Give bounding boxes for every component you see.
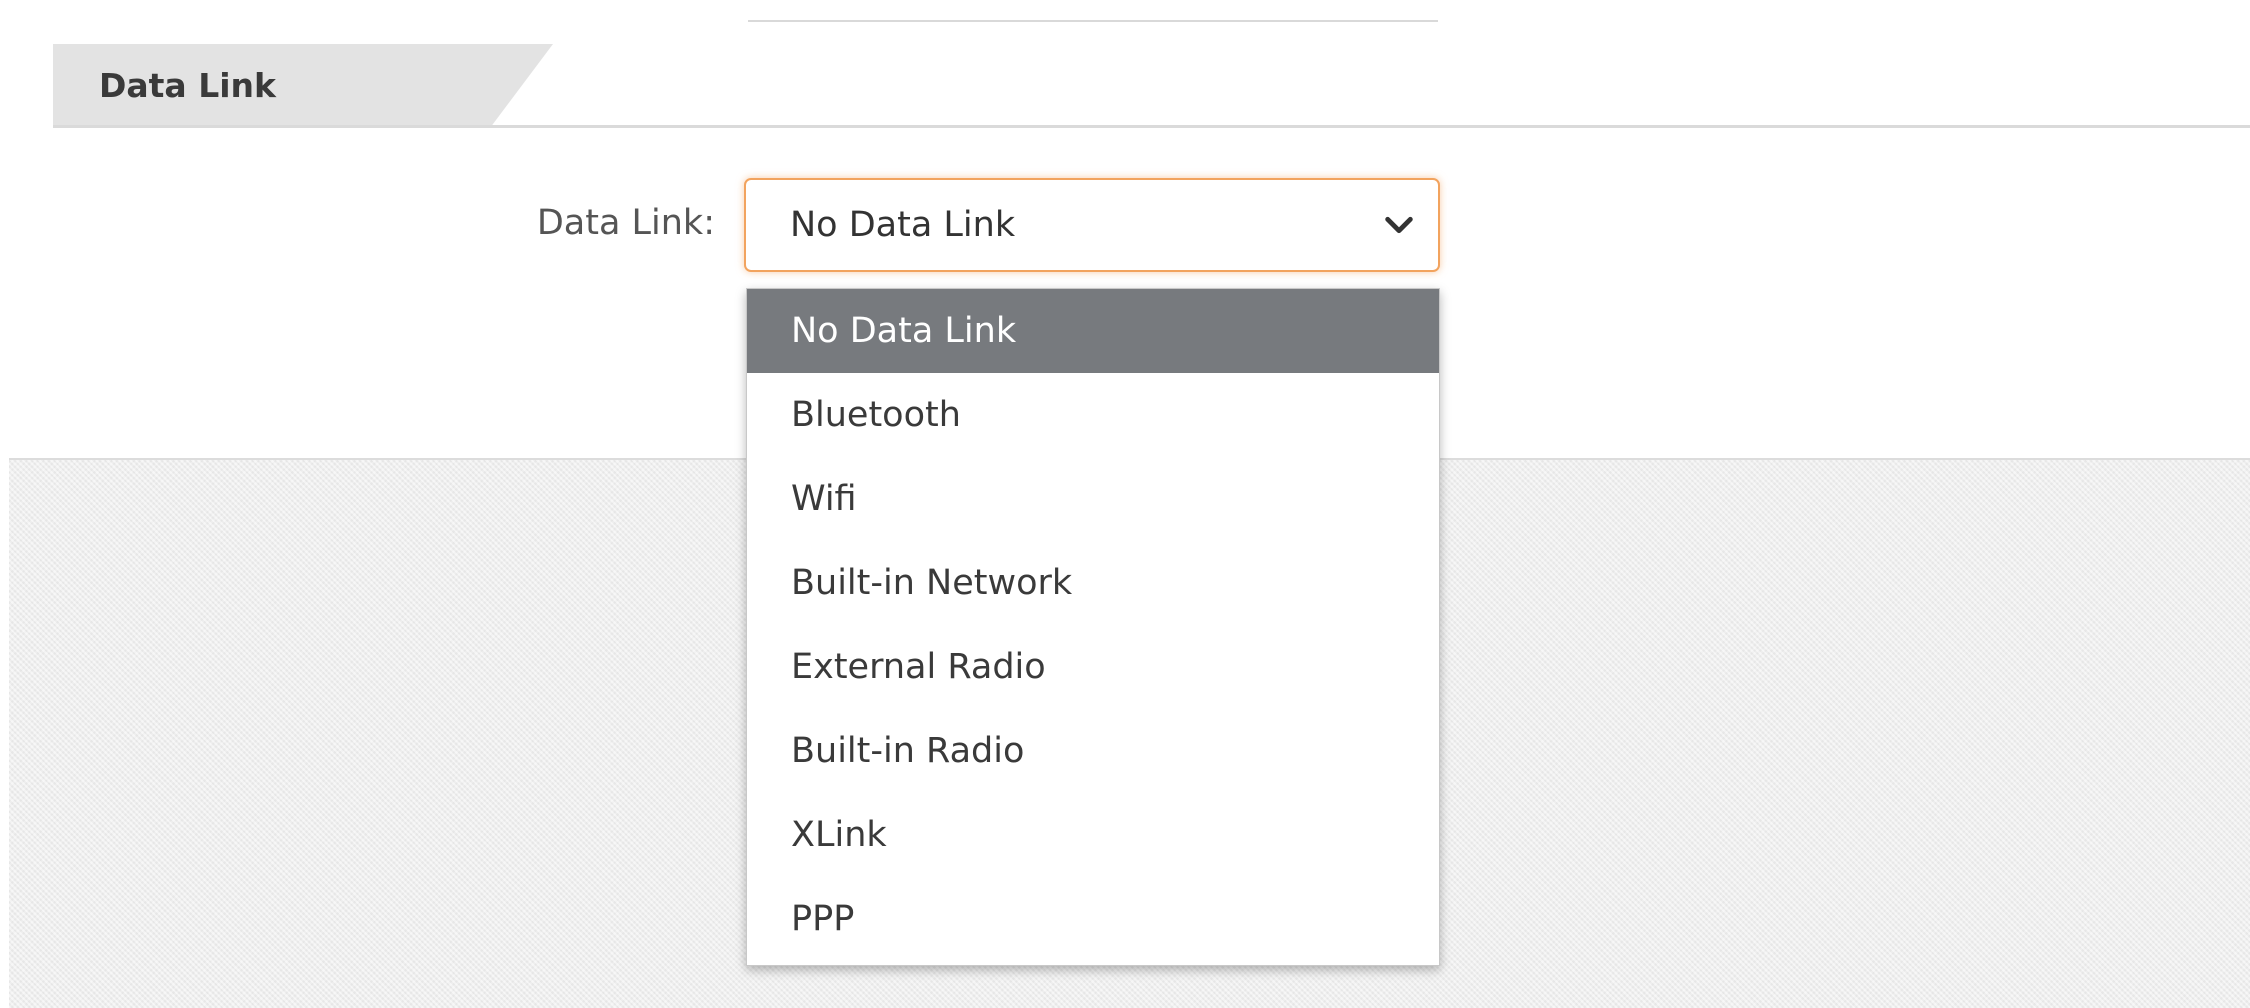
section-divider xyxy=(53,125,2250,128)
dropdown-option-wifi[interactable]: Wifi xyxy=(747,457,1439,541)
dropdown-option-external-radio[interactable]: External Radio xyxy=(747,625,1439,709)
settings-page: Data Link Data Link: No Data Link No Dat… xyxy=(0,0,2250,1008)
dropdown-option-built-in-network[interactable]: Built-in Network xyxy=(747,541,1439,625)
data-link-dropdown-list: No Data Link Bluetooth Wifi Built-in Net… xyxy=(746,288,1440,966)
dropdown-option-xlink[interactable]: XLink xyxy=(747,793,1439,877)
data-link-select[interactable]: No Data Link xyxy=(744,178,1440,272)
dropdown-option-no-data-link[interactable]: No Data Link xyxy=(747,289,1439,373)
dropdown-option-bluetooth[interactable]: Bluetooth xyxy=(747,373,1439,457)
data-link-label: Data Link: xyxy=(536,203,715,243)
section-header: Data Link xyxy=(53,44,2250,128)
section-title: Data Link xyxy=(99,66,276,105)
chevron-down-icon xyxy=(1385,216,1413,234)
dropdown-option-ppp[interactable]: PPP xyxy=(747,877,1439,961)
data-link-selected-value: No Data Link xyxy=(790,205,1016,245)
previous-field-underline xyxy=(748,20,1438,22)
dropdown-option-built-in-radio[interactable]: Built-in Radio xyxy=(747,709,1439,793)
